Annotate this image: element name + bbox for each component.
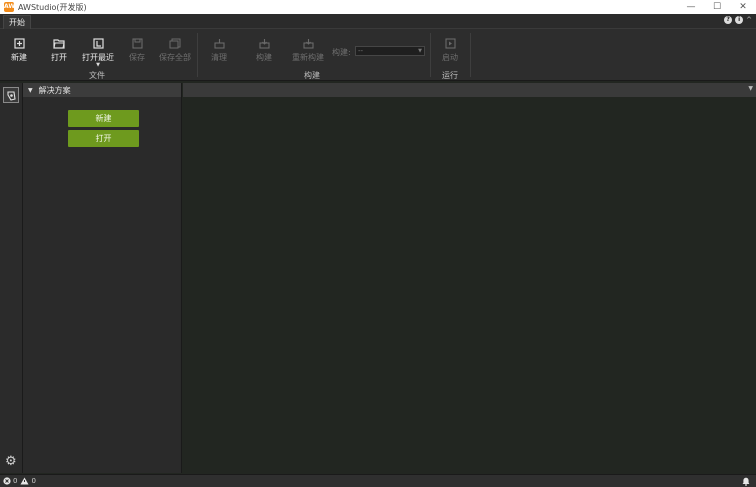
window-controls: — ☐ ✕ bbox=[678, 0, 756, 14]
window-title: AWStudio(开发版) bbox=[18, 2, 87, 12]
build-icon bbox=[257, 37, 271, 49]
gear-icon[interactable]: ⚙ bbox=[5, 455, 17, 468]
ribbon-tab-row: 开始 ? i ^ bbox=[0, 14, 756, 29]
rebuild-icon bbox=[301, 37, 315, 49]
status-bar: 0 0 bbox=[0, 474, 756, 487]
help-icons: ? i ^ bbox=[724, 16, 752, 24]
minimize-button[interactable]: — bbox=[678, 0, 704, 14]
clean-button[interactable]: 清理 bbox=[211, 37, 227, 63]
open-solution-button[interactable]: 打开 bbox=[68, 130, 139, 147]
save-all-icon bbox=[168, 37, 182, 49]
warning-icon bbox=[20, 477, 29, 485]
error-icon bbox=[3, 477, 11, 485]
save-icon bbox=[130, 37, 144, 49]
title-bar: AW AWStudio(开发版) — ☐ ✕ bbox=[0, 0, 756, 14]
open-recent-button[interactable]: 打开最近 ▼ bbox=[82, 37, 114, 68]
save-all-button[interactable]: 保存全部 bbox=[159, 37, 191, 63]
solution-icon bbox=[6, 90, 16, 101]
error-count[interactable]: 0 bbox=[3, 477, 17, 485]
new-file-button[interactable]: 新建 bbox=[11, 37, 27, 63]
chevron-down-icon: ▼ bbox=[418, 48, 422, 54]
group-separator bbox=[197, 33, 198, 77]
build-config-label: 构建: bbox=[332, 48, 351, 57]
maximize-button[interactable]: ☐ bbox=[704, 0, 730, 14]
build-button[interactable]: 构建 bbox=[256, 37, 272, 63]
solution-panel-title: 解决方案 bbox=[38, 85, 71, 95]
open-button[interactable]: 打开 bbox=[51, 37, 67, 63]
close-button[interactable]: ✕ bbox=[730, 0, 756, 14]
new-file-icon bbox=[12, 37, 26, 49]
file-group-label: 文件 bbox=[89, 71, 105, 80]
group-separator bbox=[470, 33, 471, 77]
clean-icon bbox=[212, 37, 226, 49]
open-folder-icon bbox=[52, 37, 66, 49]
chevron-down-icon: ▼ bbox=[96, 62, 100, 68]
bell-icon[interactable] bbox=[742, 477, 750, 487]
tab-start[interactable]: 开始 bbox=[3, 15, 31, 29]
start-button[interactable]: 启动 bbox=[442, 37, 458, 63]
help-icon[interactable]: ? bbox=[724, 16, 733, 24]
app-logo-icon: AW bbox=[4, 2, 15, 12]
open-recent-icon bbox=[91, 37, 105, 49]
new-solution-button[interactable]: 新建 bbox=[68, 110, 139, 127]
editor-tab-strip: ▼ bbox=[183, 83, 756, 97]
editor-area bbox=[183, 97, 756, 473]
build-config-select[interactable]: -- ▼ bbox=[355, 46, 425, 56]
collapse-ribbon-icon[interactable]: ^ bbox=[746, 16, 752, 24]
start-icon bbox=[443, 37, 457, 49]
rebuild-button[interactable]: 重新构建 bbox=[292, 37, 324, 63]
solution-panel: ▼ 解决方案 新建 打开 bbox=[23, 83, 182, 473]
warning-count[interactable]: 0 bbox=[20, 477, 36, 485]
group-separator bbox=[430, 33, 431, 77]
solution-explorer-toggle[interactable] bbox=[3, 87, 19, 103]
chevron-down-icon[interactable]: ▼ bbox=[748, 85, 753, 92]
save-button[interactable]: 保存 bbox=[129, 37, 145, 63]
info-icon[interactable]: i bbox=[735, 16, 744, 24]
solution-panel-header[interactable]: ▼ 解决方案 bbox=[23, 83, 181, 97]
build-group-label: 构建 bbox=[304, 71, 320, 80]
activity-bar: ⚙ bbox=[0, 83, 23, 473]
run-group-label: 运行 bbox=[442, 71, 458, 80]
collapse-triangle-icon[interactable]: ▼ bbox=[28, 87, 33, 94]
ribbon: 新建 打开 打开最近 ▼ 保存 保存全部 文件 清理 构建 重新构建 构建: -… bbox=[0, 29, 756, 81]
